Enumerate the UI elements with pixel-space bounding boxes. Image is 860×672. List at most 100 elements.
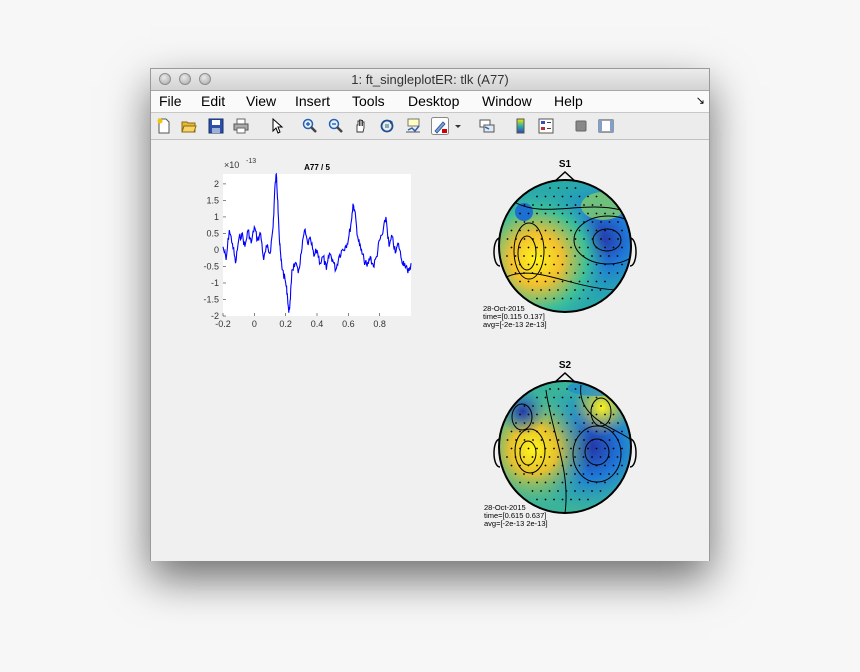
plot-title: A77 / 5 [304, 163, 330, 172]
electrode-dot [510, 229, 513, 232]
save-icon[interactable] [208, 118, 224, 134]
show-plot-tools-icon[interactable] [598, 118, 614, 134]
electrode-dot [519, 229, 521, 232]
electrode-dot [595, 195, 598, 198]
electrode-dot [583, 204, 585, 206]
electrode-dot [574, 289, 576, 291]
electrode-dot [612, 246, 615, 249]
electrode-dot [578, 481, 581, 484]
electrode-dot [561, 430, 564, 433]
electrode-dot [621, 464, 623, 467]
zoom-in-icon[interactable] [302, 118, 318, 134]
rotate-3d-icon[interactable] [379, 118, 395, 134]
menu-edit[interactable]: Edit [201, 93, 225, 109]
electrode-dot [583, 439, 585, 441]
electrode-dot [536, 195, 538, 198]
electrode-dot [544, 481, 547, 484]
electrode-dot [506, 456, 508, 458]
electrode-dot [549, 388, 551, 390]
electrode-dot [617, 238, 619, 240]
electrode-dot [523, 456, 525, 458]
electrode-dot [532, 221, 534, 223]
electrode-dot [561, 246, 564, 249]
electrode-dot [583, 238, 585, 240]
data-cursor-icon[interactable] [405, 118, 421, 134]
electrode-dot [583, 422, 585, 424]
electrode-dot [565, 272, 568, 274]
electrode-dot [582, 490, 585, 492]
electrode-dot [532, 204, 534, 206]
new-figure-icon[interactable] [156, 118, 172, 134]
colorbar-icon[interactable] [513, 118, 529, 134]
pointer-icon[interactable] [269, 118, 285, 134]
electrode-dot [515, 238, 517, 240]
electrode-dot [604, 430, 606, 433]
electrode-dot [566, 388, 568, 390]
zoom-out-icon[interactable] [328, 118, 344, 134]
title-bar[interactable]: 1: ft_singleplotER: tlk (A77) [151, 69, 709, 91]
electrode-dot [591, 255, 593, 257]
figure-canvas[interactable]: ×10 -13 A77 / 5 2 1.5 1 0.5 0 -0.5 -1 -1.5 -2 -0… [151, 140, 709, 561]
brush-dropdown-icon[interactable] [454, 118, 462, 134]
electrode-dot [604, 246, 606, 249]
electrode-dot [544, 413, 547, 416]
hide-plot-tools-icon[interactable] [573, 118, 589, 134]
menu-file[interactable]: File [159, 93, 182, 109]
link-plot-icon[interactable] [479, 118, 495, 134]
electrode-dot [519, 413, 521, 416]
electrode-dot [574, 405, 577, 407]
menu-window[interactable]: Window [482, 93, 532, 109]
electrode-dot [557, 456, 559, 458]
electrode-dot [616, 272, 619, 274]
menu-insert[interactable]: Insert [295, 93, 330, 109]
electrode-dot [591, 238, 594, 240]
menu-bar: File Edit View Insert Tools Desktop Wind… [151, 91, 709, 113]
electrode-dot [612, 464, 615, 467]
y-tick-label: -1 [211, 278, 219, 288]
electrode-dot [574, 238, 577, 240]
electrode-dot [578, 396, 581, 399]
electrode-dot [514, 255, 517, 257]
y-tick-label: 1.5 [206, 195, 219, 205]
figure-svg: ×10 -13 A77 / 5 21.510.50-0.5-1-1.5-2 -0… [203, 158, 637, 528]
topoplot-s1-avg: avg=[-2e-13 2e-13] [483, 320, 547, 329]
open-folder-icon[interactable] [181, 118, 197, 134]
electrode-dot [608, 221, 611, 223]
electrode-dot [514, 456, 517, 458]
electrode-dot [595, 430, 598, 433]
electrode-dot [536, 413, 538, 416]
electrode-dot [578, 413, 581, 416]
electrode-dot [599, 456, 602, 458]
electrode-dot [553, 464, 555, 467]
electrode-dot [531, 490, 534, 492]
electrode-dot [561, 263, 564, 266]
electrode-dot [599, 490, 602, 492]
electrode-dot [604, 280, 606, 283]
y-tick-label: 2 [214, 179, 219, 189]
brush-icon[interactable] [431, 117, 449, 135]
electrode-dot [612, 212, 615, 215]
electrode-dot [557, 405, 560, 407]
electrode-dot [583, 405, 585, 407]
electrode-dot [621, 447, 623, 450]
electrode-dot [621, 430, 623, 433]
menu-view[interactable]: View [246, 93, 276, 109]
legend-icon[interactable] [538, 118, 554, 134]
electrode-dot [553, 212, 555, 215]
electrode-dot [595, 396, 598, 399]
electrode-dot [578, 246, 581, 249]
menu-dock-icon[interactable]: ↘ [696, 94, 705, 107]
electrode-dot [595, 263, 598, 266]
electrode-dot [600, 221, 602, 223]
menu-desktop[interactable]: Desktop [408, 93, 459, 109]
electrode-dot [536, 246, 538, 249]
menu-tools[interactable]: Tools [352, 93, 385, 109]
electrode-dot [536, 263, 538, 266]
menu-help[interactable]: Help [554, 93, 583, 109]
electrode-dot [532, 422, 534, 424]
print-icon[interactable] [233, 118, 249, 134]
pan-hand-icon[interactable] [353, 118, 369, 134]
electrode-dot [561, 229, 564, 232]
electrode-dot [570, 195, 572, 198]
electrode-dot [544, 280, 547, 283]
